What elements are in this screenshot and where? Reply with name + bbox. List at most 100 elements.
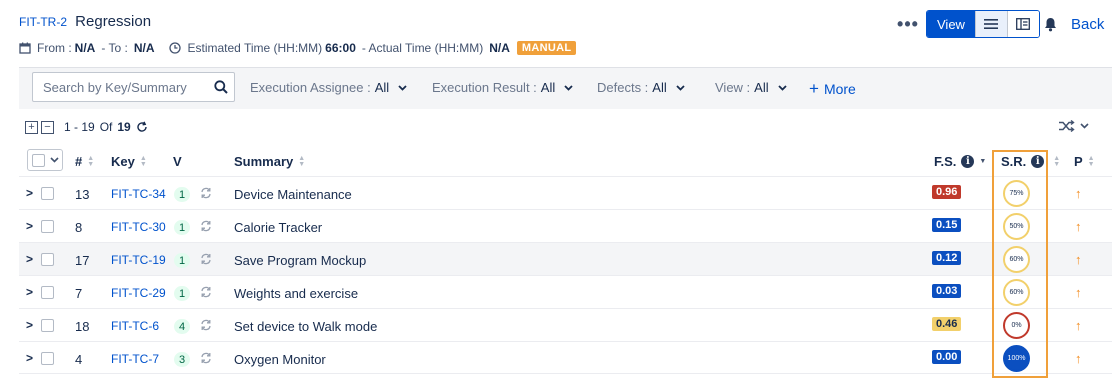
view-button[interactable]: View bbox=[927, 11, 975, 37]
table-row[interactable]: > 8 FIT-TC-30 1 Calorie Tracker 0.15 50%… bbox=[19, 209, 1112, 242]
expand-row-icon[interactable]: > bbox=[26, 252, 33, 266]
plus-icon: + bbox=[809, 79, 819, 98]
split-view-button[interactable] bbox=[1006, 11, 1039, 37]
filter-view[interactable]: View : All bbox=[715, 80, 787, 95]
info-icon[interactable]: i bbox=[1031, 155, 1045, 168]
filter-execution-result[interactable]: Execution Result : All bbox=[432, 80, 573, 95]
row-checkbox[interactable] bbox=[41, 352, 54, 365]
test-case-key-link[interactable]: FIT-TC-7 bbox=[111, 352, 159, 366]
sort-icon: ▲ ▼ bbox=[139, 154, 147, 168]
sort-icon: ▲ ▼ bbox=[1087, 154, 1095, 168]
priority-high-icon: ↑ bbox=[1075, 285, 1082, 300]
filter-defects[interactable]: Defects : All bbox=[597, 80, 685, 95]
collapse-all-icon[interactable]: − bbox=[41, 120, 54, 134]
priority-high-icon: ↑ bbox=[1075, 252, 1082, 267]
column-settings-button[interactable] bbox=[1059, 120, 1089, 132]
table-row[interactable]: > 18 FIT-TC-6 4 Set device to Walk mode … bbox=[19, 308, 1112, 341]
search-input[interactable] bbox=[32, 72, 235, 102]
select-all-checkbox[interactable] bbox=[32, 153, 45, 167]
row-checkbox[interactable] bbox=[41, 319, 54, 332]
run-meta: From : N/A - To : N/A Estimated Time (HH… bbox=[19, 41, 577, 55]
version-badge: 1 bbox=[174, 220, 190, 235]
table-row[interactable]: > 7 FIT-TC-29 1 Weights and exercise 0.0… bbox=[19, 275, 1112, 308]
filter-label: Defects : bbox=[597, 80, 649, 95]
chevron-down-icon bbox=[676, 84, 685, 91]
column-header-summary[interactable]: Summary ▲ ▼ bbox=[234, 154, 305, 169]
executions-panel: Execution Assignee : All Execution Resul… bbox=[19, 67, 1112, 378]
expand-row-icon[interactable]: > bbox=[26, 219, 33, 233]
refresh-icon[interactable] bbox=[136, 121, 148, 133]
filter-value: All bbox=[540, 80, 556, 95]
failure-score-badge: 0.12 bbox=[932, 251, 962, 265]
filter-execution-assignee[interactable]: Execution Assignee : All bbox=[250, 80, 407, 95]
table-row[interactable]: > 13 FIT-TC-34 1 Device Maintenance 0.96… bbox=[19, 176, 1112, 209]
actual-time-value: N/A bbox=[489, 41, 510, 55]
sync-icon[interactable] bbox=[200, 253, 212, 268]
more-filters-button[interactable]: + More bbox=[809, 79, 856, 99]
version-badge: 1 bbox=[174, 253, 190, 268]
row-checkbox[interactable] bbox=[41, 286, 54, 299]
version-badge: 1 bbox=[174, 187, 190, 202]
list-view-button[interactable] bbox=[974, 11, 1007, 37]
test-case-key-link[interactable]: FIT-TC-34 bbox=[111, 187, 166, 201]
filter-label: Execution Result : bbox=[432, 80, 537, 95]
back-link[interactable]: Back bbox=[1071, 16, 1104, 33]
sync-icon[interactable] bbox=[200, 187, 212, 202]
expand-row-icon[interactable]: > bbox=[26, 318, 33, 332]
notification-bell-icon[interactable] bbox=[1044, 17, 1057, 35]
pager-range: 1 - 19 bbox=[64, 120, 95, 134]
info-icon[interactable]: i bbox=[961, 155, 975, 168]
row-checkbox[interactable] bbox=[41, 220, 54, 233]
expand-row-icon[interactable]: > bbox=[26, 351, 33, 365]
failure-score-badge: 0.46 bbox=[932, 317, 962, 331]
expand-all-icon[interactable]: + bbox=[25, 120, 38, 134]
table-row[interactable]: > 17 FIT-TC-19 1 Save Program Mockup 0.1… bbox=[19, 242, 1112, 275]
more-actions-button[interactable]: ••• bbox=[895, 11, 921, 37]
select-all-dropdown[interactable] bbox=[27, 149, 63, 171]
row-number: 13 bbox=[75, 187, 90, 202]
row-number: 4 bbox=[75, 352, 83, 367]
column-label: Key bbox=[111, 154, 135, 169]
row-checkbox[interactable] bbox=[41, 187, 54, 200]
test-case-summary: Save Program Mockup bbox=[234, 253, 367, 268]
column-header-sr[interactable]: S.R. i ▲ ▼ bbox=[1001, 154, 1060, 169]
view-switcher: View bbox=[926, 10, 1040, 38]
sort-icon: ▲ ▼ bbox=[87, 154, 95, 168]
row-checkbox[interactable] bbox=[41, 253, 54, 266]
row-number: 18 bbox=[75, 319, 90, 334]
column-header-number[interactable]: # ▲ ▼ bbox=[75, 154, 94, 169]
test-case-key-link[interactable]: FIT-TC-6 bbox=[111, 319, 159, 333]
estimated-time-label: Estimated Time (HH:MM) bbox=[187, 41, 323, 55]
row-number: 7 bbox=[75, 286, 83, 301]
sync-icon[interactable] bbox=[200, 220, 212, 235]
column-header-priority[interactable]: P ▲ ▼ bbox=[1074, 154, 1095, 169]
sync-icon[interactable] bbox=[200, 286, 212, 301]
pager-of-label: Of bbox=[99, 120, 113, 134]
table-row[interactable]: > 4 FIT-TC-7 3 Oxygen Monitor 0.00 100% … bbox=[19, 341, 1112, 374]
test-run-key-link[interactable]: FIT-TR-2 bbox=[19, 15, 67, 29]
chevron-down-icon bbox=[777, 84, 787, 91]
column-header-fs[interactable]: F.S. i ▼ bbox=[934, 154, 986, 169]
filter-label: View : bbox=[715, 80, 751, 95]
test-case-key-link[interactable]: FIT-TC-29 bbox=[111, 286, 166, 300]
priority-high-icon: ↑ bbox=[1075, 219, 1082, 234]
search-icon[interactable] bbox=[214, 80, 228, 97]
split-view-icon bbox=[1016, 18, 1031, 30]
row-number: 17 bbox=[75, 253, 90, 268]
column-label: V bbox=[173, 154, 182, 169]
to-value: N/A bbox=[133, 41, 155, 55]
sync-icon[interactable] bbox=[200, 319, 212, 334]
from-label: From : bbox=[37, 41, 72, 55]
test-case-key-link[interactable]: FIT-TC-30 bbox=[111, 220, 166, 234]
shuffle-icon bbox=[1059, 120, 1075, 132]
calendar-icon bbox=[19, 42, 31, 54]
test-case-summary: Device Maintenance bbox=[234, 187, 352, 202]
test-case-key-link[interactable]: FIT-TC-19 bbox=[111, 253, 166, 267]
expand-row-icon[interactable]: > bbox=[26, 285, 33, 299]
expand-row-icon[interactable]: > bbox=[26, 186, 33, 200]
column-header-key[interactable]: Key ▲ ▼ bbox=[111, 154, 147, 169]
column-label: Summary bbox=[234, 154, 294, 169]
failure-score-badge: 0.00 bbox=[932, 350, 962, 364]
version-badge: 3 bbox=[174, 352, 190, 367]
sync-icon[interactable] bbox=[200, 352, 212, 367]
